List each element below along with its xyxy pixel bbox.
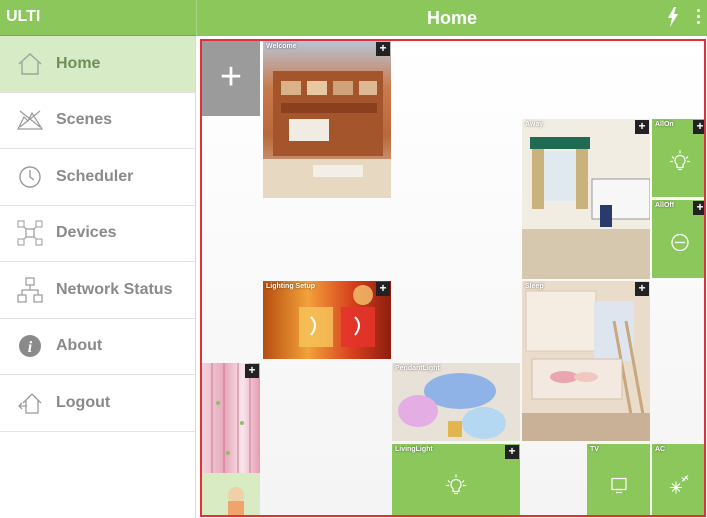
logout-icon bbox=[16, 389, 44, 417]
tile-label: AC bbox=[655, 446, 666, 453]
sidebar-item-label: Scheduler bbox=[56, 167, 134, 185]
svg-text:i: i bbox=[28, 339, 33, 356]
snowflake-icon bbox=[670, 474, 690, 500]
device-tile-tv[interactable]: TV bbox=[587, 444, 650, 515]
sidebar: Home Scenes Scheduler Devices Network St… bbox=[0, 36, 196, 518]
scene-tile-away[interactable]: Away + bbox=[522, 119, 650, 279]
tile-label: Welcome bbox=[266, 43, 297, 50]
sidebar-item-home[interactable]: Home bbox=[0, 36, 195, 93]
sidebar-item-scenes[interactable]: Scenes bbox=[0, 93, 195, 149]
sidebar-item-label: Logout bbox=[56, 393, 111, 411]
devices-icon bbox=[16, 219, 44, 247]
more-options-icon[interactable] bbox=[693, 9, 703, 27]
tile-add-button[interactable]: + bbox=[245, 364, 259, 378]
tv-icon bbox=[610, 476, 628, 499]
tile-add-button[interactable]: + bbox=[693, 120, 704, 134]
device-tile-allon[interactable]: AllOn + bbox=[652, 119, 704, 197]
sidebar-item-label: Scenes bbox=[56, 111, 113, 129]
power-off-icon bbox=[671, 234, 689, 257]
lighting-photo bbox=[299, 285, 375, 347]
sidebar-item-devices[interactable]: Devices bbox=[0, 206, 195, 262]
scene-tile-curtain[interactable]: + bbox=[202, 363, 260, 515]
page-title: Home bbox=[426, 8, 477, 28]
scene-tile-welcome[interactable]: Welcome + bbox=[263, 41, 391, 198]
sidebar-item-label: Home bbox=[56, 54, 101, 72]
bulb-icon bbox=[446, 474, 466, 501]
home-icon bbox=[16, 50, 44, 78]
tile-label: Lighting Setup bbox=[266, 283, 315, 290]
bedroom-photo bbox=[522, 281, 650, 441]
sidebar-item-about[interactable]: i About bbox=[0, 319, 195, 375]
scenes-icon bbox=[16, 106, 44, 134]
scene-tile-lighting-setup[interactable]: Lighting Setup + bbox=[263, 281, 391, 359]
tile-label: Sleep bbox=[525, 283, 544, 290]
network-icon bbox=[16, 276, 44, 304]
bolt-icon[interactable] bbox=[667, 7, 679, 32]
tile-add-button[interactable]: + bbox=[376, 42, 390, 56]
sidebar-item-label: About bbox=[56, 337, 103, 355]
study-room-photo bbox=[522, 119, 650, 279]
living-room-photo bbox=[263, 71, 391, 198]
sidebar-item-label: Network Status bbox=[56, 280, 173, 298]
tile-label: Away bbox=[525, 121, 544, 128]
tile-add-button[interactable]: + bbox=[376, 282, 390, 296]
scene-tile-sleep[interactable]: Sleep + bbox=[522, 281, 650, 441]
sidebar-item-scheduler[interactable]: Scheduler bbox=[0, 149, 195, 206]
header-bar: Home bbox=[196, 0, 707, 36]
tile-label: AllOff bbox=[655, 202, 675, 209]
tile-add-button[interactable]: + bbox=[693, 201, 704, 215]
bulb-icon bbox=[670, 150, 690, 178]
clock-icon bbox=[16, 163, 44, 191]
curtain-photo bbox=[202, 363, 260, 515]
tile-label: TV bbox=[590, 446, 599, 453]
info-icon: i bbox=[16, 332, 44, 360]
pendant-light-photo bbox=[392, 363, 520, 441]
tile-add-button[interactable]: + bbox=[505, 445, 519, 459]
device-tile-living-light[interactable]: LivingLight + bbox=[392, 444, 520, 515]
sidebar-item-logout[interactable]: Logout bbox=[0, 375, 195, 432]
device-tile-ac[interactable]: AC bbox=[652, 444, 704, 515]
device-tile-pendant-light[interactable]: PendantLight bbox=[392, 363, 520, 441]
device-tile-alloff[interactable]: AllOff + bbox=[652, 200, 704, 278]
tile-label: PendantLight bbox=[395, 365, 440, 372]
tile-add-button[interactable]: + bbox=[635, 120, 649, 134]
tile-label: LivingLight bbox=[395, 446, 433, 453]
app-title: ULTI bbox=[0, 0, 196, 36]
add-tile-button[interactable]: + bbox=[202, 41, 260, 116]
sidebar-item-label: Devices bbox=[56, 224, 117, 242]
sidebar-item-network-status[interactable]: Network Status bbox=[0, 262, 195, 319]
tile-label: AllOn bbox=[655, 121, 674, 128]
tile-add-button[interactable]: + bbox=[635, 282, 649, 296]
dashboard-grid: + Welcome + Away + AllOn + AllOff + Ligh… bbox=[200, 39, 706, 517]
